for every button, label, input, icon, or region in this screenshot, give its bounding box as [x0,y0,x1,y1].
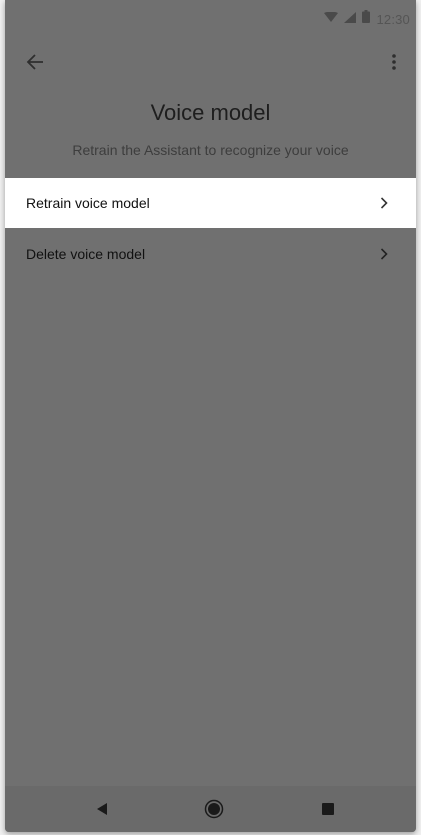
status-time: 12:30 [376,11,410,27]
page-subtitle: Retrain the Assistant to recognize your … [72,142,349,158]
app-bar [5,44,416,80]
menu-item-retrain-voice-model[interactable]: Retrain voice model [5,178,416,228]
more-options-button[interactable] [382,48,406,76]
page-title: Voice model [150,100,271,125]
nav-home-icon [204,799,224,819]
arrow-back-icon [26,54,43,70]
system-nav-bar [5,786,416,832]
nav-back-icon [97,803,107,815]
nav-home-button[interactable] [201,796,227,822]
battery-icon [362,10,371,28]
menu-item-label: Delete voice model [26,246,146,262]
wifi-icon [324,10,339,28]
menu-item-delete-voice-model[interactable]: Delete voice model [5,229,416,279]
phone-screen: 12:30 Voice model Retrain the Assistant … [5,0,416,832]
status-bar: 12:30 [5,0,416,34]
nav-recents-button[interactable] [315,796,341,822]
chevron-right-icon [378,196,390,210]
back-button[interactable] [21,48,49,76]
status-icons: 12:30 [324,10,410,28]
nav-back-button[interactable] [89,796,115,822]
nav-recents-icon [322,803,334,815]
chevron-right-icon [378,247,390,261]
menu-item-label: Retrain voice model [26,195,150,211]
more-vert-icon [392,54,396,70]
signal-icon [344,10,357,28]
